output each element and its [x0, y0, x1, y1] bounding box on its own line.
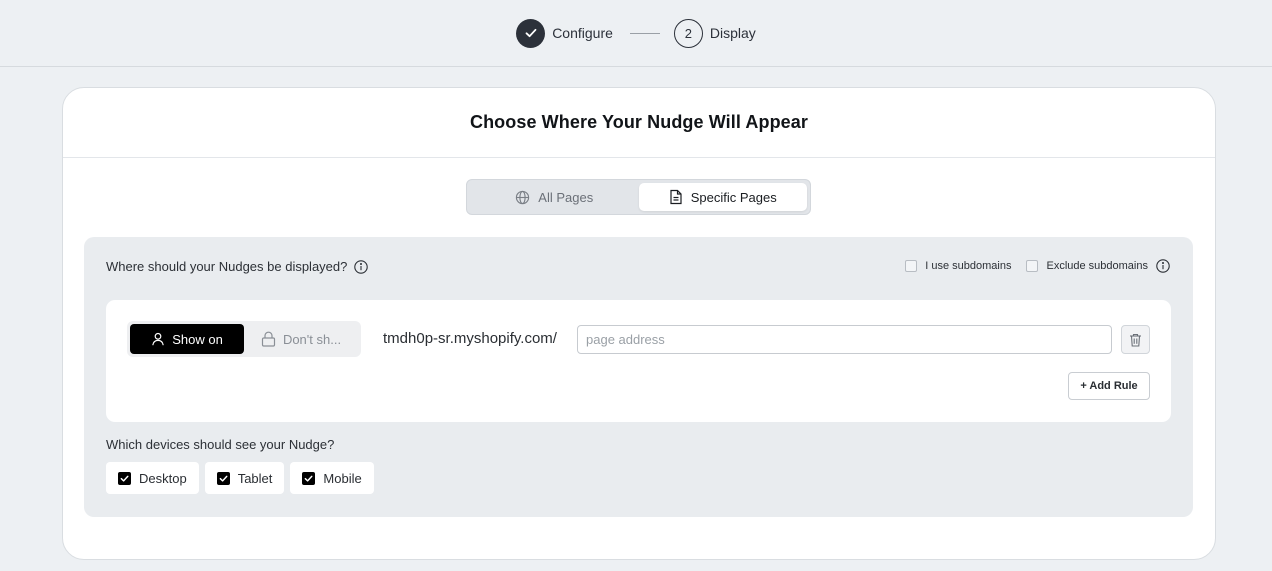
exclude-subdomains-checkbox[interactable]: Exclude subdomains — [1026, 260, 1148, 272]
show-on-button[interactable]: Show on — [130, 324, 244, 354]
tab-specific-pages-label: Specific Pages — [690, 189, 777, 205]
dont-show-button[interactable]: Don't sh... — [244, 324, 358, 354]
tab-all-pages-label: All Pages — [538, 189, 594, 205]
step-check-circle — [516, 18, 546, 48]
device-desktop-label: Desktop — [139, 470, 187, 486]
placement-card: Choose Where Your Nudge Will Appear All … — [62, 87, 1216, 560]
lock-icon — [261, 331, 276, 347]
use-subdomains-label: I use subdomains — [925, 260, 1012, 272]
user-icon — [152, 332, 164, 346]
step-configure[interactable]: Configure — [516, 18, 613, 48]
checkbox-checked[interactable] — [118, 471, 131, 485]
show-on-label: Show on — [172, 331, 223, 347]
card-header: Choose Where Your Nudge Will Appear — [63, 88, 1215, 158]
device-tablet-checkbox[interactable]: Tablet — [204, 462, 285, 494]
step-connector — [629, 32, 660, 34]
checkbox-checked[interactable] — [302, 471, 316, 485]
page-scope-toggle: All Pages Specific Pages — [466, 179, 811, 215]
tab-specific-pages[interactable]: Specific Pages — [638, 183, 807, 211]
step-number-circle: 2 — [673, 18, 703, 48]
globe-icon — [516, 190, 530, 204]
document-icon — [670, 189, 682, 205]
step-display[interactable]: 2 Display — [673, 18, 756, 48]
rule-row: Show on Don't sh... tmdh0p-sr.myshopify.… — [106, 300, 1171, 422]
domain-prefix: tmdh0p-sr.myshopify.com/ — [383, 330, 557, 347]
show-mode-toggle: Show on Don't sh... — [127, 321, 361, 357]
checkbox-box[interactable] — [905, 260, 918, 272]
exclude-subdomains-label: Exclude subdomains — [1046, 260, 1148, 272]
device-options: Desktop Tablet Mobile — [106, 462, 380, 494]
info-icon[interactable] — [354, 259, 369, 274]
check-icon — [525, 28, 537, 38]
subdomain-options: I use subdomains Exclude subdomains — [890, 259, 1170, 273]
display-rules-panel: Where should your Nudges be displayed? I… — [84, 237, 1193, 517]
check-icon — [219, 475, 228, 482]
device-mobile-label: Mobile — [323, 470, 362, 486]
step-label-display: Display — [709, 25, 756, 41]
devices-question: Which devices should see your Nudge? — [106, 437, 335, 452]
checkbox-box[interactable] — [1026, 260, 1039, 272]
trash-icon — [1130, 333, 1141, 347]
device-mobile-checkbox[interactable]: Mobile — [290, 462, 374, 494]
delete-rule-button[interactable] — [1121, 325, 1150, 354]
stepper: Configure 2 Display — [0, 0, 1272, 67]
tab-all-pages[interactable]: All Pages — [470, 183, 639, 211]
dont-show-label: Don't sh... — [282, 331, 342, 347]
check-icon — [305, 475, 313, 482]
page-title: Choose Where Your Nudge Will Appear — [469, 112, 809, 132]
page-address-input[interactable] — [577, 325, 1112, 354]
display-question-text: Where should your Nudges be displayed? — [106, 259, 348, 274]
use-subdomains-checkbox[interactable]: I use subdomains — [905, 260, 1011, 272]
step-label-configure: Configure — [552, 25, 613, 41]
display-question: Where should your Nudges be displayed? — [106, 259, 369, 274]
device-tablet-label: Tablet — [237, 470, 273, 486]
check-icon — [120, 475, 129, 482]
info-icon[interactable] — [1156, 259, 1170, 273]
checkbox-checked[interactable] — [216, 471, 230, 485]
add-rule-button[interactable]: + Add Rule — [1068, 372, 1150, 400]
device-desktop-checkbox[interactable]: Desktop — [106, 462, 199, 494]
